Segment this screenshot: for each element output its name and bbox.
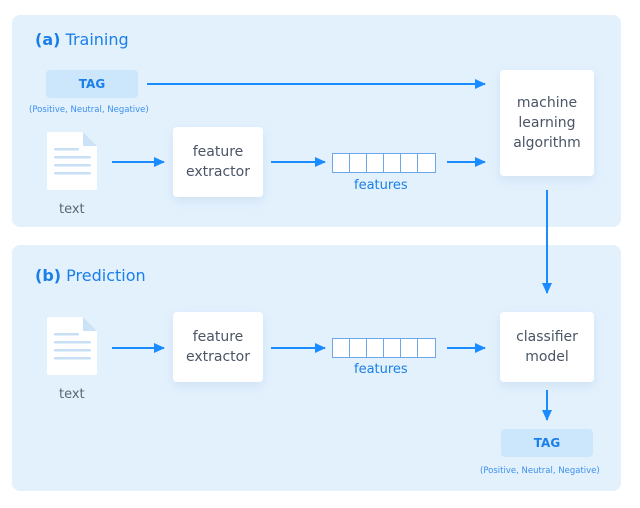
feature-cell xyxy=(367,339,384,357)
prediction-document-icon xyxy=(47,317,97,375)
training-tag-box: TAG xyxy=(46,70,138,98)
training-document-icon xyxy=(47,132,97,190)
prediction-features-label: features xyxy=(354,362,408,377)
extractor-line-2: extractor xyxy=(186,349,250,365)
feature-cell xyxy=(418,339,435,357)
prediction-tag-note: (Positive, Neutral, Negative) xyxy=(480,466,600,476)
extractor-line-2: extractor xyxy=(186,164,250,180)
prediction-title-text: Prediction xyxy=(66,266,146,285)
feature-cell xyxy=(384,154,401,172)
training-tag-note: (Positive, Neutral, Negative) xyxy=(29,105,149,115)
training-features-label: features xyxy=(354,178,408,193)
prediction-prefix: (b) xyxy=(35,266,62,285)
prediction-feature-extractor: feature extractor xyxy=(173,312,263,382)
machine-learning-algorithm-box: machine learning algorithm xyxy=(500,70,594,176)
feature-cell xyxy=(333,339,350,357)
prediction-feature-vector xyxy=(332,338,436,358)
model-line-2: model xyxy=(525,349,569,365)
algo-line-3: algorithm xyxy=(513,135,581,151)
training-feature-extractor: feature extractor xyxy=(173,127,263,197)
extractor-line-1: feature xyxy=(192,144,244,160)
feature-cell xyxy=(333,154,350,172)
algo-line-1: machine xyxy=(516,95,578,111)
feature-cell xyxy=(350,154,367,172)
algo-line-2: learning xyxy=(518,115,576,131)
feature-cell xyxy=(401,339,418,357)
prediction-tag-box: TAG xyxy=(501,429,593,457)
feature-cell xyxy=(384,339,401,357)
prediction-title: (b) Prediction xyxy=(35,266,146,285)
classifier-model-box: classifier model xyxy=(500,312,594,382)
model-line-1: classifier xyxy=(516,329,578,345)
feature-cell xyxy=(401,154,418,172)
feature-cell xyxy=(367,154,384,172)
training-title: (a) Training xyxy=(35,30,129,49)
training-feature-vector xyxy=(332,153,436,173)
training-prefix: (a) xyxy=(35,30,61,49)
feature-cell xyxy=(418,154,435,172)
training-title-text: Training xyxy=(65,30,129,49)
prediction-doc-caption: text xyxy=(59,387,85,402)
feature-cell xyxy=(350,339,367,357)
extractor-line-1: feature xyxy=(192,329,244,345)
training-doc-caption: text xyxy=(59,202,85,217)
